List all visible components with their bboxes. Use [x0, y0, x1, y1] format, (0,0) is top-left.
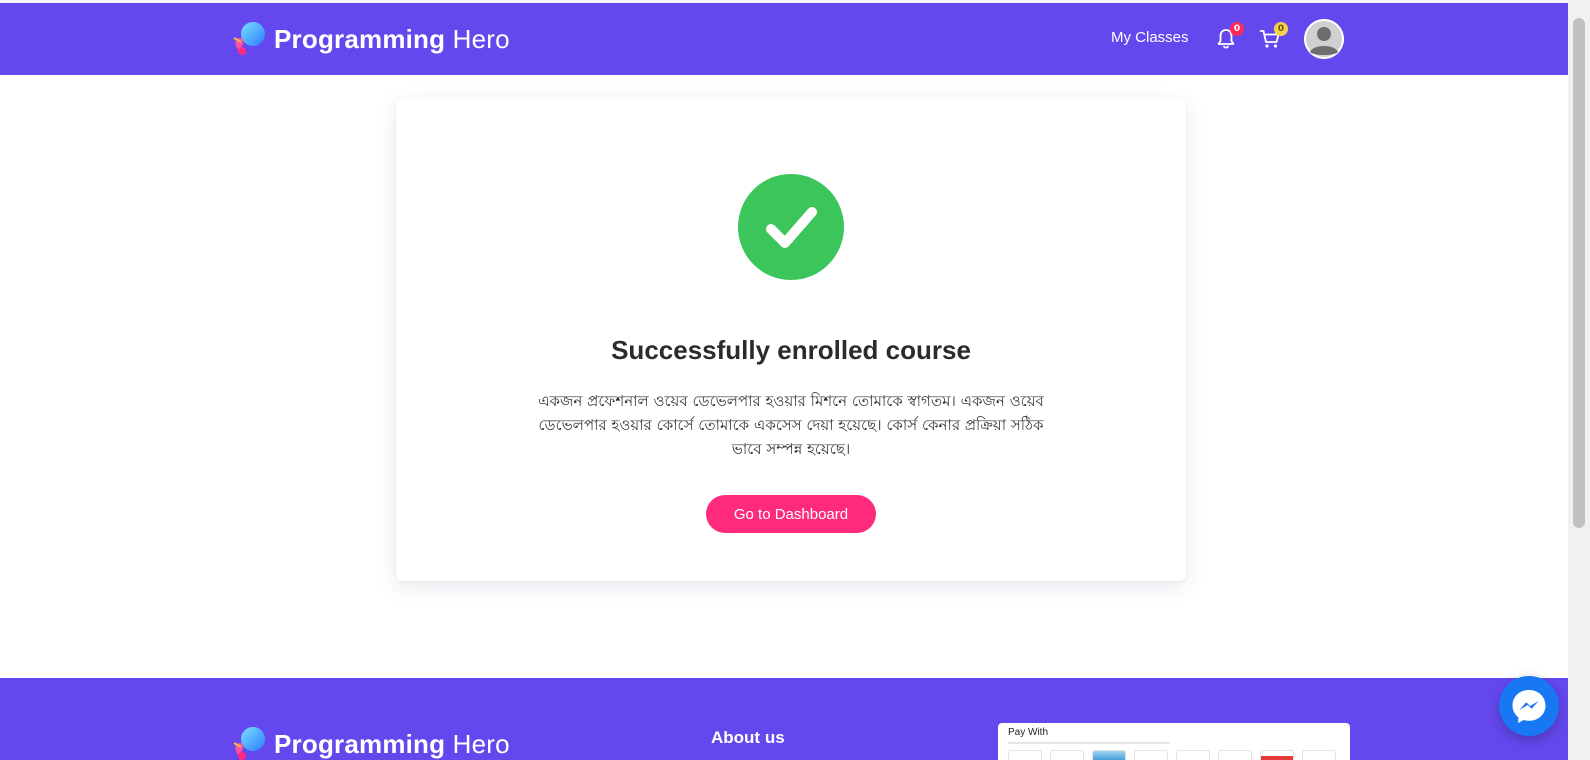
success-title: Successfully enrolled course	[611, 335, 971, 365]
messenger-chat-button[interactable]	[1499, 676, 1559, 736]
payment-method-tile	[1050, 750, 1084, 760]
logo-icon	[233, 22, 265, 55]
my-classes-link[interactable]: My Classes	[1111, 29, 1189, 46]
brand-logo-link[interactable]: Programming Hero	[230, 21, 510, 57]
messenger-icon	[1512, 690, 1546, 723]
cart-button[interactable]: 0	[1258, 22, 1288, 51]
footer-brand-bold: Programming	[274, 728, 446, 759]
header-nav: My Classes 0 0	[1100, 3, 1350, 75]
user-avatar-button[interactable]	[1304, 19, 1344, 59]
notifications-button[interactable]: 0	[1214, 22, 1244, 51]
payment-method-tile	[1134, 750, 1168, 760]
pay-with-divider	[1008, 742, 1170, 744]
brand-name: Programming Hero	[274, 24, 510, 55]
payment-method-tile	[1092, 750, 1126, 760]
site-header: Programming Hero My Classes 0 0	[0, 3, 1568, 75]
brand-name-bold: Programming	[274, 23, 446, 54]
enrollment-success-card: Successfully enrolled course একজন প্রফেশ…	[396, 99, 1186, 581]
page: Programming Hero My Classes 0 0 Successf…	[0, 0, 1590, 760]
brand-name-light: Hero	[452, 23, 510, 54]
success-status	[738, 174, 844, 280]
scrollbar-thumb[interactable]	[1573, 18, 1585, 528]
success-message: একজন প্রফেশনাল ওয়েব ডেভেলপার হওয়ার মিশ…	[538, 392, 1044, 458]
footer-brand-light: Hero	[452, 728, 510, 759]
about-us-heading: About us	[711, 728, 785, 747]
payment-method-tile	[1218, 750, 1252, 760]
page-scrollbar[interactable]	[1568, 0, 1590, 760]
payment-method-tile	[1260, 750, 1294, 760]
footer-brand-logo[interactable]: Programming Hero	[230, 726, 510, 760]
go-to-dashboard-button[interactable]: Go to Dashboard	[706, 495, 876, 533]
payment-methods-box: Pay With	[998, 723, 1350, 760]
user-avatar-icon	[1304, 19, 1344, 59]
site-footer: Programming Hero About us Pay With	[0, 678, 1568, 760]
payment-method-tile	[1176, 750, 1210, 760]
pay-with-label: Pay With	[1008, 727, 1049, 738]
check-circle-icon	[766, 207, 817, 248]
payment-method-tile	[1302, 750, 1336, 760]
footer-brand-name: Programming Hero	[274, 729, 510, 760]
cart-count-badge: 0	[1274, 22, 1288, 36]
payment-method-tile	[1008, 750, 1042, 760]
logo-icon	[233, 727, 265, 760]
notification-count-badge: 0	[1230, 22, 1244, 36]
